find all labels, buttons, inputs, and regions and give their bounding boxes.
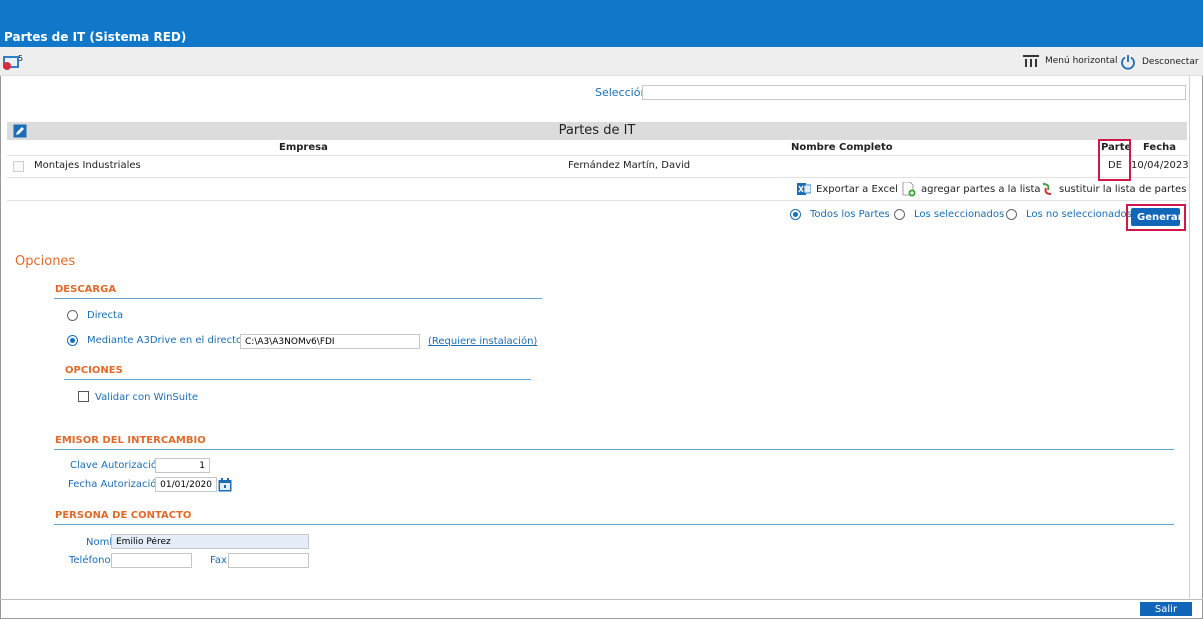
column-empresa[interactable]: Empresa [279, 142, 328, 153]
radio-a3drive-circle[interactable] [67, 335, 78, 346]
grid-actions: Exportar a Excel agregar partes a la lis… [7, 178, 1187, 201]
filter-radio-group: Todos los Partes Los seleccionados Los n… [0, 209, 1203, 227]
auth-key-label: Clave Autorización [70, 460, 164, 471]
radio-todos-circle[interactable] [790, 209, 801, 220]
add-to-list-button[interactable]: agregar partes a la lista [902, 182, 1041, 197]
column-nombre-completo[interactable]: Nombre Completo [791, 142, 893, 153]
selection-input[interactable] [642, 85, 1186, 100]
contact-phone-label: Teléfono [69, 555, 111, 566]
validate-winsuite-checkbox[interactable] [78, 391, 89, 402]
column-fecha[interactable]: Fecha [1143, 142, 1176, 153]
selection-label: Selección [595, 86, 648, 99]
radio-a3drive-label: Mediante A3Drive en el directorio [87, 335, 256, 346]
auth-date-label: Fecha Autorización [68, 479, 163, 490]
menu-horizontal-icon [1023, 55, 1039, 67]
replace-list-button[interactable]: sustituir la lista de partes [1040, 182, 1186, 196]
sub-options-title: OPCIONES [65, 365, 123, 376]
auth-date-input[interactable] [155, 477, 217, 492]
contact-divider [54, 524, 1174, 525]
menu-horizontal-button[interactable]: Menú horizontal [1023, 54, 1117, 68]
radio-no-seleccionados-label: Los no seleccionados [1026, 209, 1132, 220]
radio-seleccionados-label: Los seleccionados [914, 209, 1005, 220]
emitter-title: EMISOR DEL INTERCAMBIO [55, 435, 206, 446]
contact-fax-input[interactable] [228, 553, 309, 568]
toolbar: 5 Menú horizontal Desconectar [0, 47, 1203, 76]
auth-key-input[interactable] [155, 458, 210, 473]
cell-empresa: Montajes Industriales [34, 160, 141, 171]
sub-options-divider [64, 379, 531, 380]
download-divider [54, 298, 542, 299]
radio-directa[interactable]: Directa [67, 310, 123, 321]
contact-fax-label: Fax [210, 555, 227, 566]
radio-directa-circle[interactable] [67, 310, 78, 321]
radio-seleccionados-circle[interactable] [894, 209, 905, 220]
highlight-generate-button [1126, 204, 1186, 231]
validate-winsuite-label: Validar con WinSuite [95, 392, 198, 403]
download-title: DESCARGA [55, 284, 117, 295]
contact-name-input[interactable] [111, 534, 309, 549]
exit-button[interactable]: Salir [1140, 602, 1192, 616]
install-link[interactable]: (Requiere instalación) [428, 336, 537, 347]
add-to-list-label: agregar partes a la lista [921, 184, 1041, 195]
vertical-scroll-track[interactable] [1189, 76, 1190, 598]
disconnect-button[interactable]: Desconectar [1120, 54, 1199, 70]
radio-todos-label: Todos los Partes [810, 209, 890, 220]
row-checkbox[interactable] [13, 161, 24, 172]
emitter-divider [54, 449, 1174, 450]
options-title: Opciones [15, 254, 76, 269]
contact-title: PERSONA DE CONTACTO [55, 510, 192, 521]
highlight-parte-column [1098, 139, 1131, 181]
app-badge: 5 [18, 54, 23, 63]
excel-icon [797, 183, 811, 195]
replace-list-label: sustituir la lista de partes [1059, 183, 1187, 195]
export-excel-button[interactable]: Exportar a Excel [797, 182, 898, 196]
title-bar: Partes de IT (Sistema RED) [0, 0, 1203, 47]
power-icon [1121, 55, 1135, 70]
grid-title: Partes de IT [558, 123, 636, 138]
window-title: Partes de IT (Sistema RED) [4, 30, 187, 44]
cell-nombre: Fernández Martín, David [568, 160, 691, 171]
disconnect-label: Desconectar [1142, 57, 1199, 67]
radio-no-seleccionados-circle[interactable] [1006, 209, 1017, 220]
table-row[interactable]: Montajes Industriales Fernández Martín, … [7, 156, 1189, 178]
calendar-icon[interactable] [218, 478, 232, 495]
cell-fecha: 10/04/2023 [1131, 160, 1189, 171]
grid-header: Partes de IT [7, 122, 1187, 140]
radio-todos[interactable]: Todos los Partes [790, 209, 890, 220]
export-excel-label: Exportar a Excel [816, 183, 898, 195]
radio-no-seleccionados[interactable]: Los no seleccionados [1006, 209, 1132, 220]
footer-divider [0, 599, 1203, 600]
radio-directa-label: Directa [87, 310, 124, 321]
partes-grid: Partes de IT Empresa Nombre Completo Par… [7, 122, 1189, 201]
radio-a3drive[interactable]: Mediante A3Drive en el directorio [67, 335, 255, 346]
add-document-icon [902, 182, 916, 197]
app-icon[interactable]: 5 [2, 52, 24, 72]
menu-horizontal-label: Menú horizontal [1045, 56, 1118, 66]
swap-icon [1042, 183, 1052, 195]
radio-seleccionados[interactable]: Los seleccionados [894, 209, 1004, 220]
grid-columns: Empresa Nombre Completo Parte Fecha [7, 140, 1187, 156]
contact-phone-input[interactable] [111, 553, 192, 568]
directory-input[interactable] [240, 334, 420, 349]
